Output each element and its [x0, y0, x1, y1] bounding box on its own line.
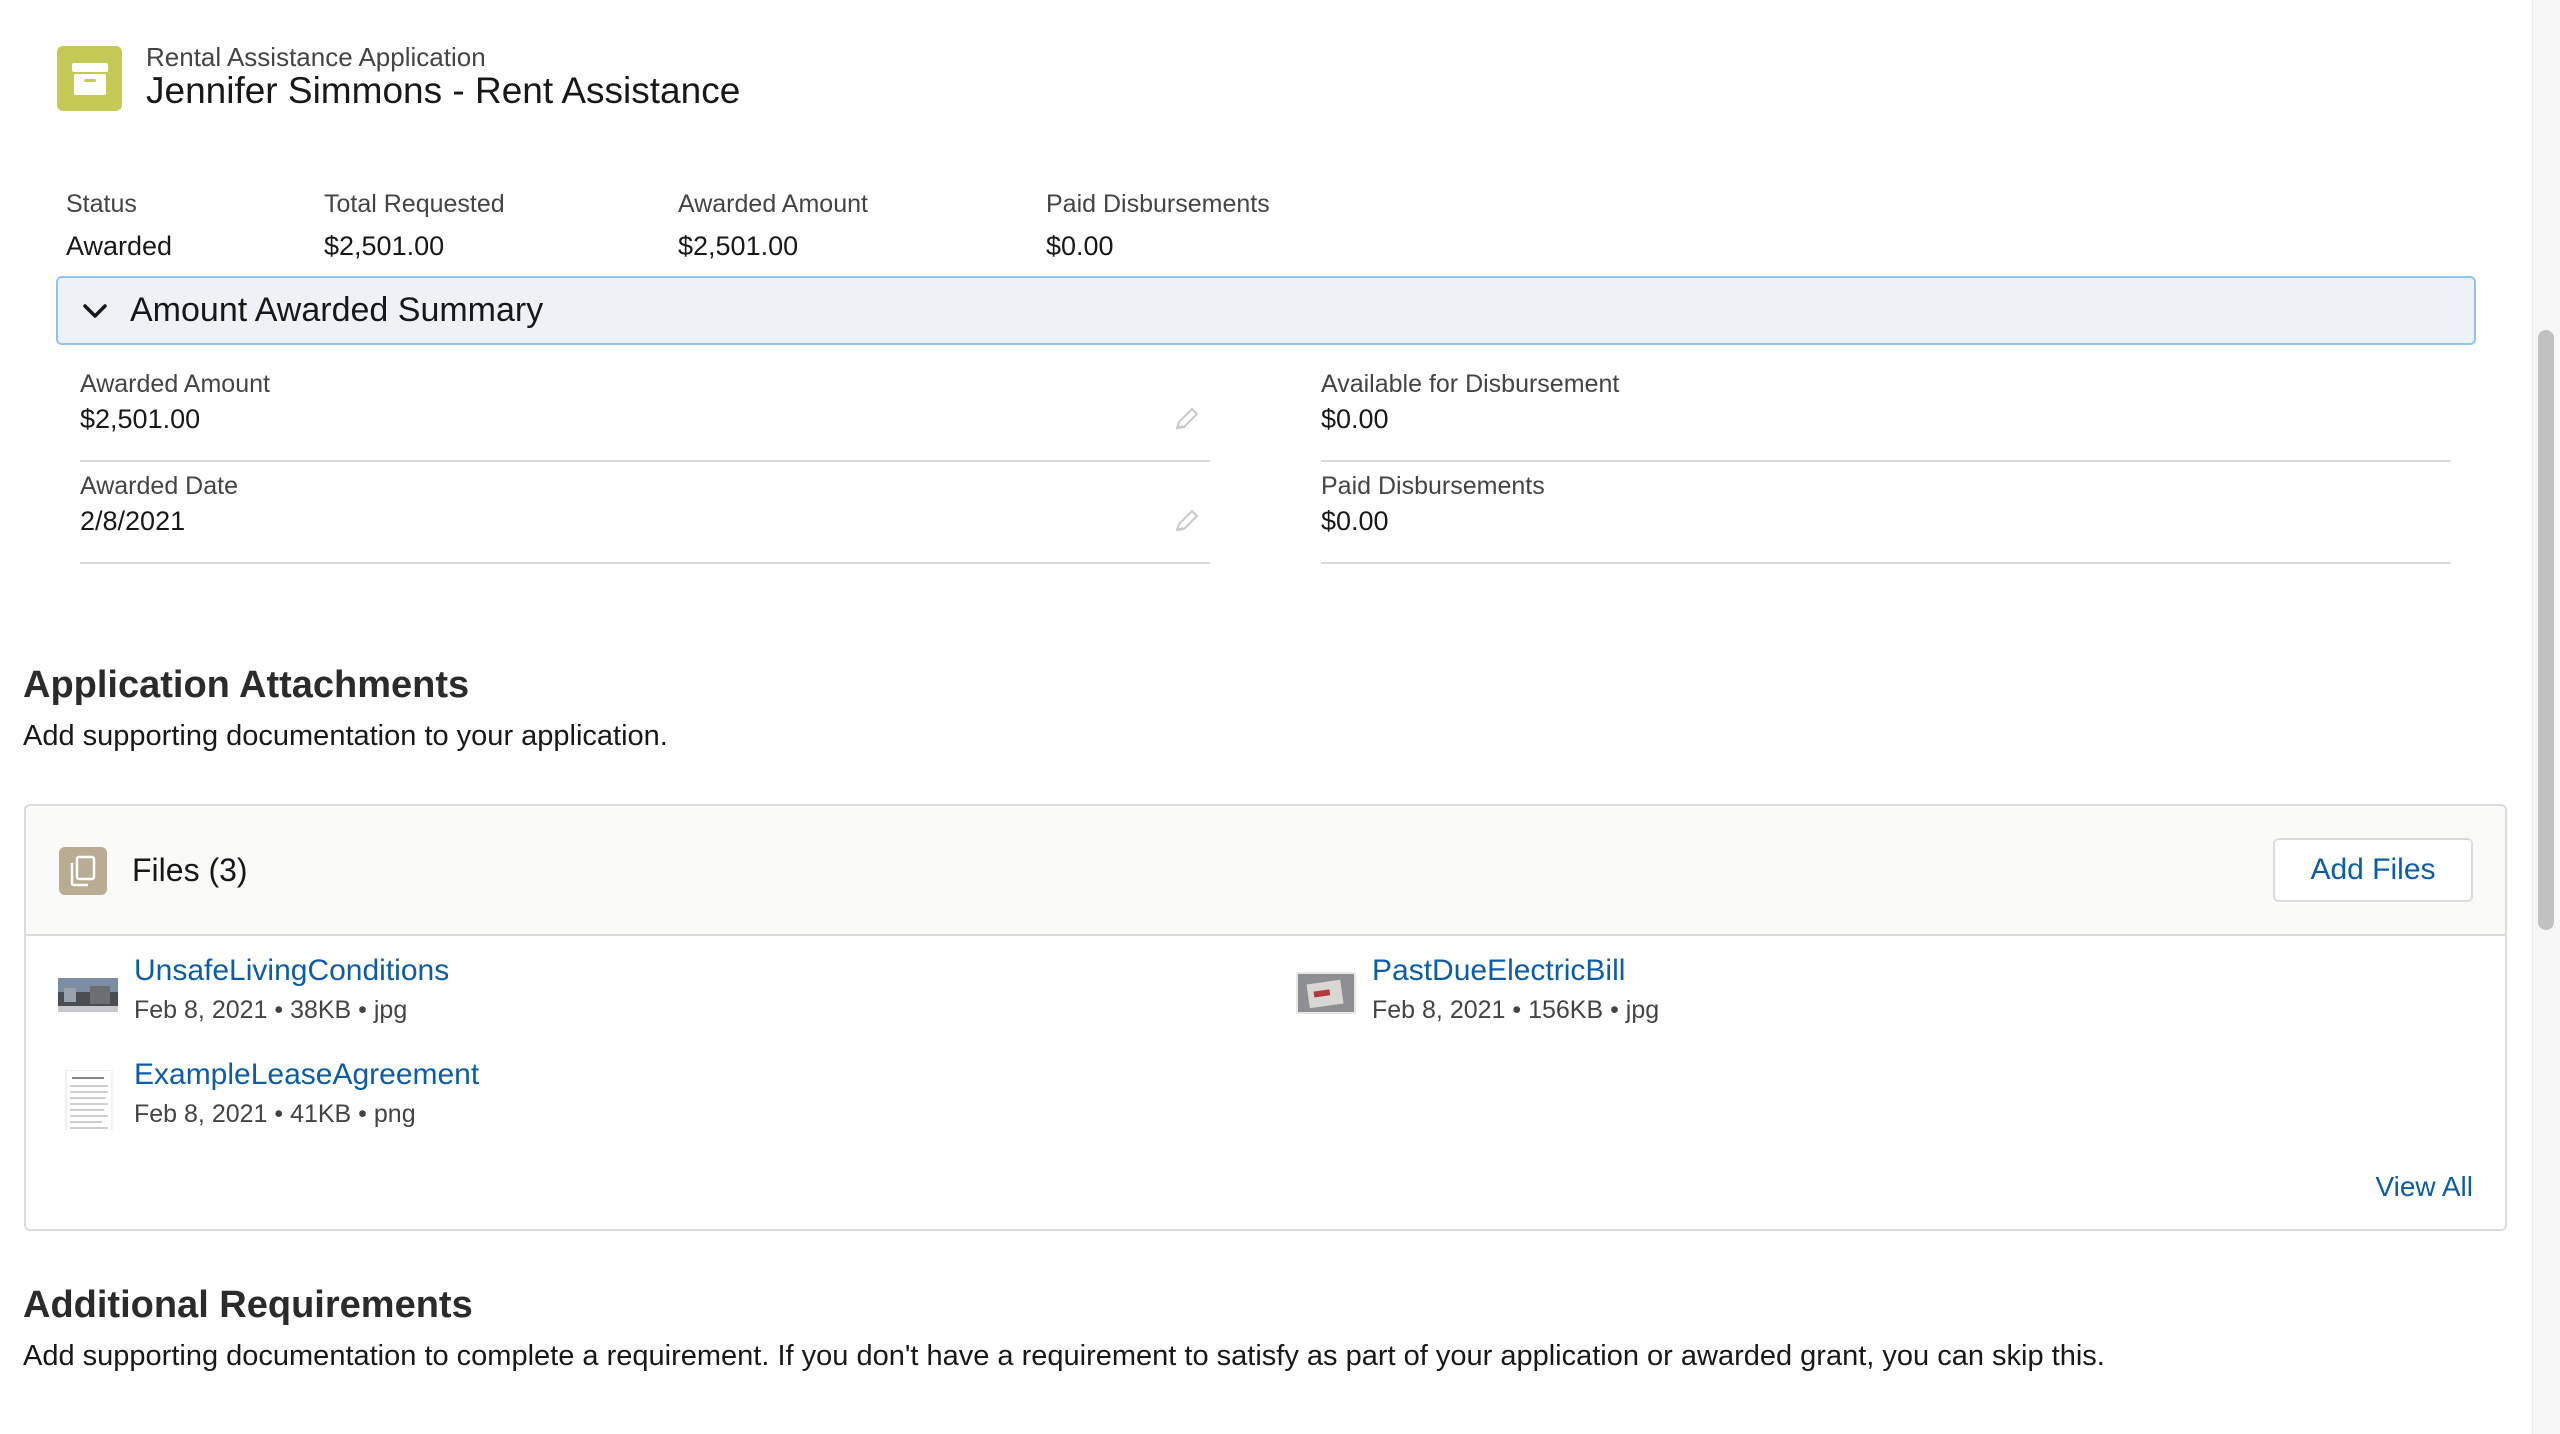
file-name-link[interactable]: UnsafeLivingConditions [134, 954, 449, 988]
field-label: Paid Disbursements [1321, 472, 1545, 500]
field-available-for-disbursement: Available for Disbursement $0.00 [1321, 360, 2451, 462]
field-value: $0.00 [1321, 404, 1389, 434]
file-meta: Feb 8, 2021 • 38KB • jpg [134, 996, 408, 1024]
highlight-label: Paid Disbursements [1046, 190, 1270, 218]
file-name-link[interactable]: PastDueElectricBill [1372, 954, 1625, 988]
files-icon [59, 847, 107, 895]
section-title: Amount Awarded Summary [130, 291, 544, 329]
record-type-label: Rental Assistance Application [146, 42, 486, 72]
field-value: $0.00 [1321, 506, 1389, 536]
attachments-heading: Application Attachments [23, 664, 470, 706]
highlight-label: Awarded Amount [678, 190, 868, 218]
files-card: Files (3) Add Files UnsafeLivingConditio… [24, 804, 2507, 1231]
file-meta: Feb 8, 2021 • 156KB • jpg [1372, 996, 1660, 1024]
highlight-value: $0.00 [1046, 231, 1114, 261]
field-label: Awarded Date [80, 472, 238, 500]
edit-pencil-icon[interactable] [1172, 506, 1202, 536]
highlight-status: Status Awarded [66, 190, 172, 262]
archive-icon [57, 46, 122, 111]
field-label: Available for Disbursement [1321, 370, 1620, 398]
additional-requirements-description: Add supporting documentation to complete… [23, 1340, 2105, 1372]
file-name-link[interactable]: ExampleLeaseAgreement [134, 1058, 479, 1092]
file-meta: Feb 8, 2021 • 41KB • png [134, 1100, 416, 1128]
field-value: $2,501.00 [80, 404, 201, 434]
field-value: 2/8/2021 [80, 506, 186, 536]
highlight-total-requested: Total Requested $2,501.00 [324, 190, 505, 262]
edit-pencil-icon[interactable] [1172, 404, 1202, 434]
field-awarded-amount: Awarded Amount $2,501.00 [80, 360, 1210, 462]
files-card-title: Files (3) [132, 852, 248, 888]
page: Rental Assistance Application Jennifer S… [0, 0, 2560, 1434]
document-thumbnail[interactable] [58, 1070, 118, 1130]
field-awarded-date: Awarded Date 2/8/2021 [80, 462, 1210, 564]
add-files-button[interactable]: Add Files [2273, 838, 2473, 902]
record-title: Jennifer Simmons - Rent Assistance [146, 70, 741, 111]
highlight-awarded-amount: Awarded Amount $2,501.00 [678, 190, 868, 262]
highlight-value: $2,501.00 [324, 231, 445, 261]
highlight-value: $2,501.00 [678, 231, 799, 261]
photo-thumbnail[interactable] [58, 966, 118, 1026]
additional-requirements-heading: Additional Requirements [23, 1284, 473, 1326]
highlight-label: Status [66, 190, 137, 218]
field-paid-disbursements: Paid Disbursements $0.00 [1321, 462, 2451, 564]
files-card-header: Files (3) Add Files [26, 806, 2505, 936]
scrollbar-thumb[interactable] [2538, 330, 2554, 930]
highlight-value: Awarded [66, 231, 173, 261]
highlight-paid-disbursements: Paid Disbursements $0.00 [1046, 190, 1270, 262]
amount-awarded-summary-section-toggle[interactable]: Amount Awarded Summary [56, 276, 2476, 345]
photo-thumbnail[interactable] [1296, 966, 1356, 1026]
chevron-down-icon [78, 294, 112, 328]
vertical-scrollbar[interactable] [2532, 0, 2560, 1434]
view-all-link[interactable]: View All [2375, 1171, 2473, 1203]
highlight-label: Total Requested [324, 190, 505, 218]
attachments-description: Add supporting documentation to your app… [23, 720, 668, 752]
field-label: Awarded Amount [80, 370, 270, 398]
